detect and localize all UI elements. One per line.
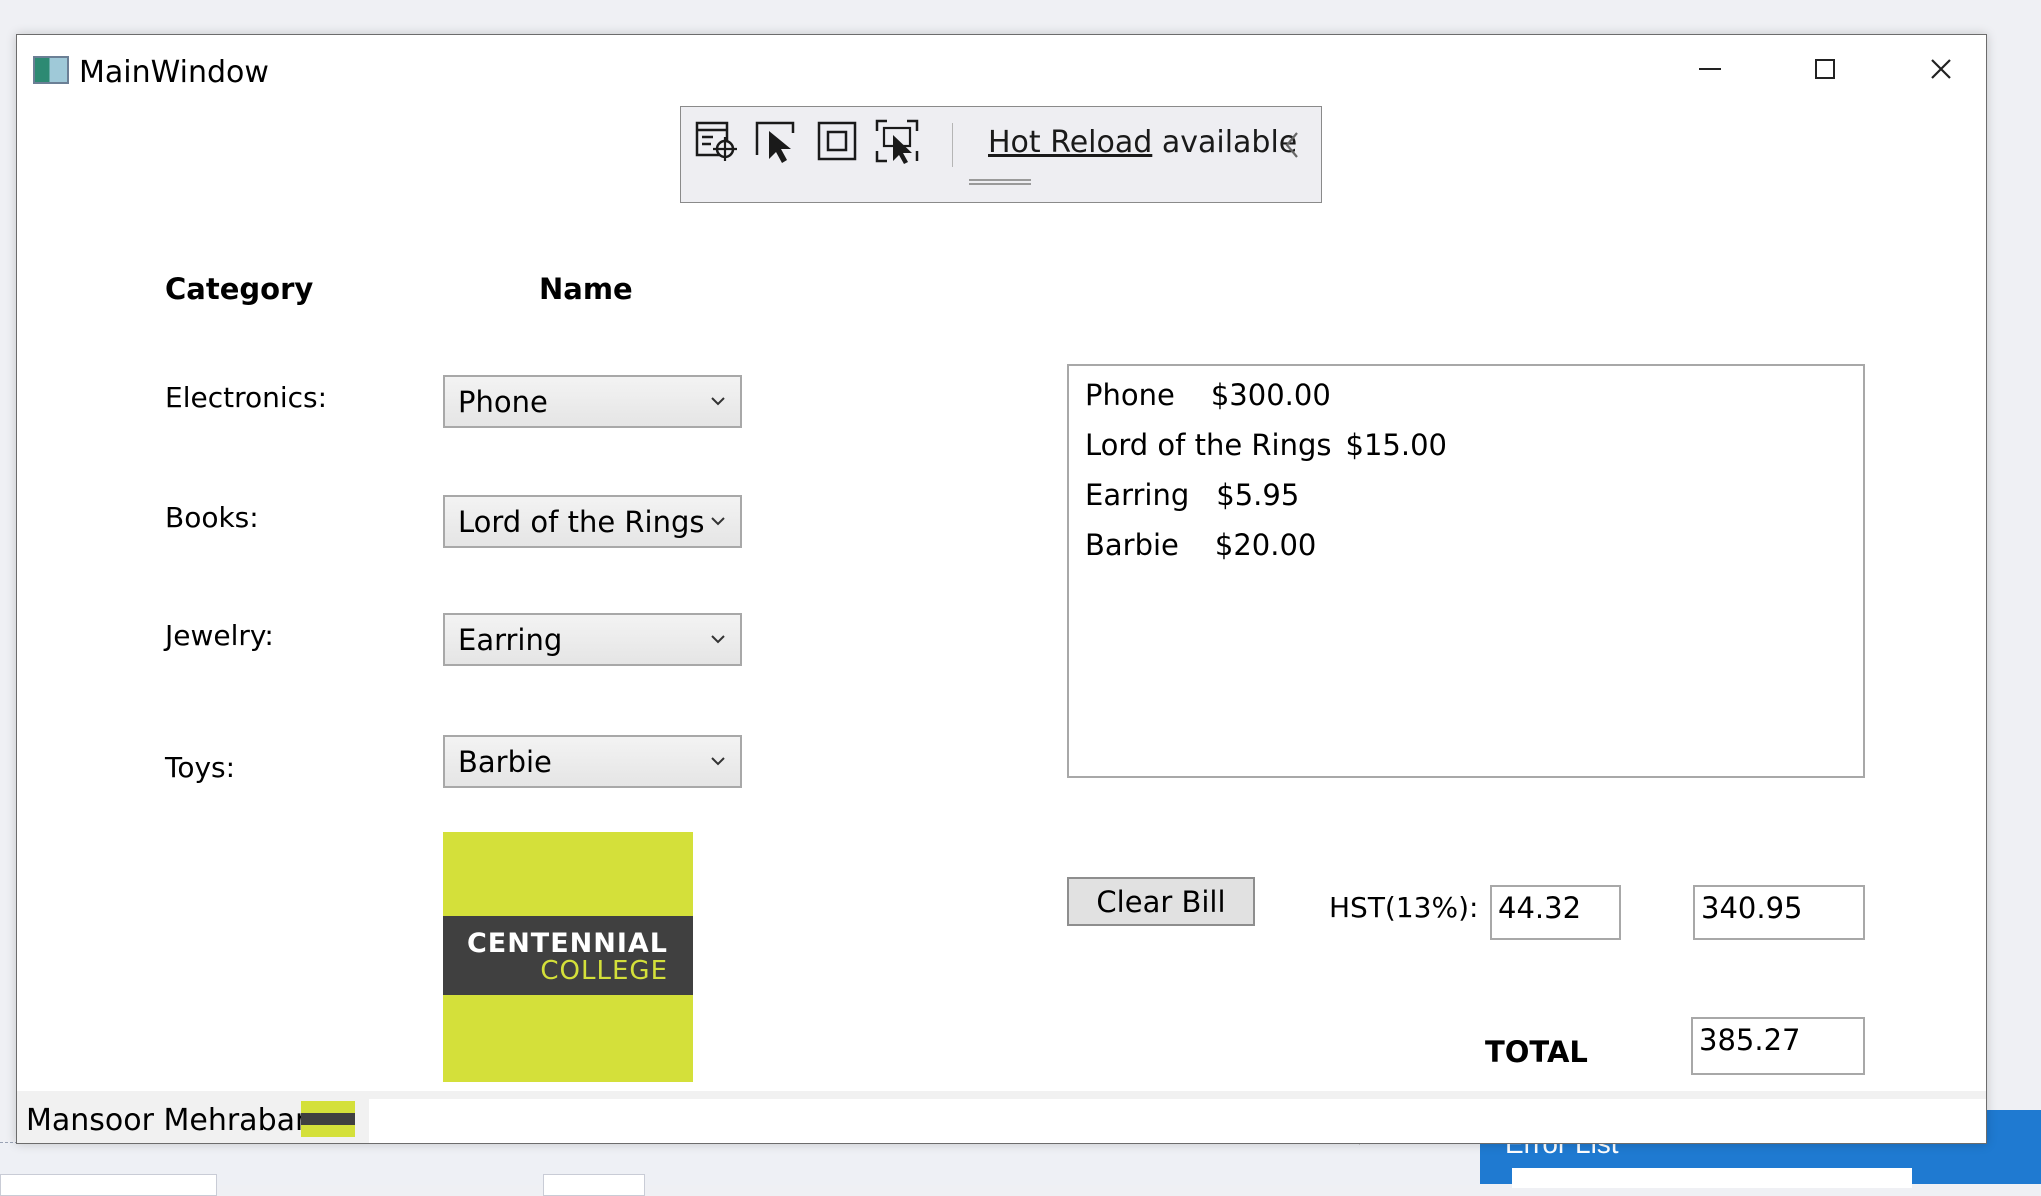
jewelry-selected: Earring	[458, 623, 563, 657]
chevron-left-icon[interactable]	[1279, 127, 1305, 163]
toys-label: Toys:	[165, 751, 236, 784]
close-button[interactable]	[1883, 35, 1986, 103]
ide-bottom-panel	[0, 1142, 1480, 1185]
total-label: TOTAL	[1485, 1035, 1588, 1069]
hst-textbox[interactable]: 44.32	[1490, 885, 1621, 940]
bill-item-name: Barbie	[1085, 528, 1179, 562]
title-bar[interactable]: MainWindow	[17, 35, 1986, 103]
footer-logo	[301, 1101, 355, 1137]
bill-item-price: $5.95	[1216, 478, 1300, 512]
select-element-icon[interactable]	[753, 117, 801, 165]
subtotal-textbox[interactable]: 340.95	[1693, 885, 1865, 940]
track-focus-icon[interactable]	[873, 117, 921, 165]
bill-item-price: $20.00	[1214, 528, 1317, 562]
main-window: MainWindow Hot Reload available Category…	[16, 34, 1987, 1144]
status-strip-field	[369, 1099, 1986, 1143]
hot-reload-available-text: available	[1152, 125, 1298, 160]
books-combobox[interactable]: Lord of the Rings	[443, 495, 742, 548]
books-selected: Lord of the Rings	[458, 505, 705, 539]
logo-line-2: COLLEGE	[540, 956, 668, 986]
bill-item[interactable]: Lord of the Rings $15.00	[1085, 428, 1447, 462]
chevron-down-icon	[711, 757, 725, 766]
electronics-combobox[interactable]: Phone	[443, 375, 742, 428]
hot-reload-toolbar: Hot Reload available	[680, 106, 1322, 203]
bill-item-name: Lord of the Rings	[1085, 428, 1332, 462]
chevron-down-icon	[711, 517, 725, 526]
hst-label: HST(13%):	[1329, 891, 1479, 924]
clear-bill-button[interactable]: Clear Bill	[1067, 877, 1255, 926]
toys-combobox[interactable]: Barbie	[443, 735, 742, 788]
hot-reload-status: Hot Reload available	[988, 125, 1297, 160]
bill-item[interactable]: Barbie $20.00	[1085, 528, 1316, 562]
live-visual-tree-icon[interactable]	[693, 117, 741, 165]
display-adorners-icon[interactable]	[813, 117, 861, 165]
ide-tab-placeholder	[543, 1174, 645, 1196]
bill-item-price: $15.00	[1345, 428, 1447, 462]
centennial-college-logo: CENTENNIAL COLLEGE	[443, 832, 693, 1082]
bill-item[interactable]: Earring $5.95	[1085, 478, 1299, 512]
toolbar-separator	[952, 123, 953, 167]
logo-band: CENTENNIAL COLLEGE	[443, 916, 693, 995]
electronics-label: Electronics:	[165, 381, 328, 414]
toys-selected: Barbie	[458, 745, 552, 779]
bill-item-price: $300.00	[1210, 378, 1331, 412]
category-header: Category	[165, 272, 314, 306]
chevron-down-icon	[711, 397, 725, 406]
toolbar-drag-grip[interactable]	[969, 179, 1031, 185]
ide-tab-placeholder	[0, 1174, 217, 1196]
hot-reload-link[interactable]: Hot Reload	[988, 125, 1152, 160]
window-title: MainWindow	[79, 55, 269, 90]
app-icon	[33, 56, 69, 84]
jewelry-label: Jewelry:	[165, 619, 274, 652]
name-header: Name	[539, 272, 633, 306]
minimize-icon	[1698, 68, 1721, 70]
maximize-button[interactable]	[1767, 35, 1882, 103]
books-label: Books:	[165, 501, 259, 534]
minimize-button[interactable]	[1652, 35, 1767, 103]
logo-line-1: CENTENNIAL	[466, 928, 668, 959]
total-textbox[interactable]: 385.27	[1691, 1017, 1865, 1075]
author-name: Mansoor Mehraban	[26, 1103, 315, 1138]
bill-listbox[interactable]: Phone $300.00 Lord of the Rings $15.00 Ear…	[1067, 364, 1865, 778]
maximize-icon	[1814, 59, 1835, 79]
bill-item-name: Phone	[1085, 378, 1175, 412]
bill-item[interactable]: Phone $300.00	[1085, 378, 1331, 412]
close-icon	[1930, 59, 1951, 79]
electronics-selected: Phone	[458, 385, 548, 419]
bill-item-name: Earring	[1085, 478, 1190, 512]
chevron-down-icon	[711, 635, 725, 644]
footer-logo-band	[301, 1113, 355, 1125]
error-list-field	[1512, 1168, 1912, 1188]
jewelry-combobox[interactable]: Earring	[443, 613, 742, 666]
